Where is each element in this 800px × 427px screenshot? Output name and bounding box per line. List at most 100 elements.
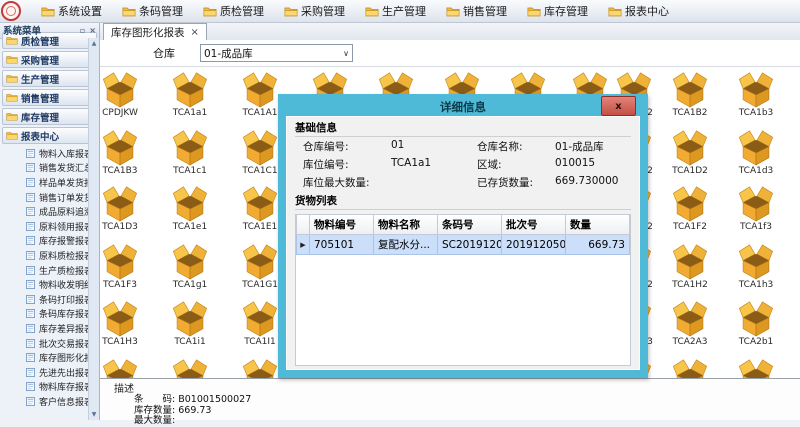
bin-box[interactable]: TCA2A3 xyxy=(662,300,718,348)
field-label: 库位编号: xyxy=(303,157,391,172)
basic-info-fields: 仓库编号:01仓库名称:01-成品库库位编号:TCA1a1区域:010015库位… xyxy=(295,139,631,190)
column-header[interactable]: 物料名称 xyxy=(374,215,438,235)
open-box-icon[interactable] xyxy=(100,129,143,166)
menu-item-label: 条码管理 xyxy=(139,3,183,19)
open-box-icon[interactable] xyxy=(167,185,213,222)
open-box-icon[interactable] xyxy=(167,243,213,280)
bin-box[interactable]: TCA1i1 xyxy=(162,300,218,348)
open-box-icon[interactable] xyxy=(167,129,213,166)
open-box-icon[interactable] xyxy=(237,243,283,280)
open-box-icon[interactable] xyxy=(100,185,143,222)
open-box-icon[interactable] xyxy=(667,185,713,222)
nav-group-label: 销售管理 xyxy=(21,91,59,105)
sidebar-scrollbar[interactable]: ▲ ▼ xyxy=(88,38,99,420)
open-box-icon[interactable] xyxy=(167,71,213,108)
folder-icon xyxy=(6,55,18,64)
open-box-icon[interactable] xyxy=(237,129,283,166)
bin-box[interactable]: TCA1a1 xyxy=(162,71,218,119)
bin-box[interactable]: TCA1f3 xyxy=(728,185,784,233)
open-box-icon[interactable] xyxy=(167,300,213,337)
menu-item-2[interactable]: 条码管理 xyxy=(122,3,183,19)
dialog-close-button[interactable]: x xyxy=(601,96,636,116)
bin-box[interactable]: TCA1B3 xyxy=(100,129,148,177)
doc-icon xyxy=(26,309,35,318)
column-header[interactable]: 条码号 xyxy=(438,215,502,235)
open-box-icon[interactable] xyxy=(667,71,713,108)
open-box-icon[interactable] xyxy=(100,300,143,337)
open-box-icon[interactable] xyxy=(667,243,713,280)
menu-item-3[interactable]: 质检管理 xyxy=(203,3,264,19)
bin-box[interactable]: TCA1F3 xyxy=(100,243,148,291)
nav-group-4[interactable]: 库存管理∨ xyxy=(2,108,97,125)
open-box-icon[interactable] xyxy=(100,243,143,280)
bin-box[interactable]: TCA1d3 xyxy=(728,129,784,177)
open-box-icon[interactable] xyxy=(237,185,283,222)
bin-box[interactable] xyxy=(100,358,148,379)
menu-item-1[interactable]: 系统设置 xyxy=(41,3,102,19)
report-item-label: 客户信息报表 xyxy=(39,395,93,408)
bin-box[interactable]: TCA1B2 xyxy=(662,71,718,119)
folder-icon xyxy=(41,6,55,17)
close-icon[interactable]: × xyxy=(89,26,96,35)
bin-box[interactable]: TCA1c1 xyxy=(162,129,218,177)
bin-box[interactable] xyxy=(728,358,784,379)
field-label: 库位最大数量: xyxy=(303,175,391,190)
open-box-icon[interactable] xyxy=(733,129,779,166)
menu-item-8[interactable]: 报表中心 xyxy=(608,3,669,19)
open-box-icon[interactable] xyxy=(667,300,713,337)
open-box-icon[interactable] xyxy=(667,129,713,166)
column-header[interactable]: 物料编号 xyxy=(310,215,374,235)
folder-icon xyxy=(284,6,298,17)
bin-box[interactable]: CPDJKW xyxy=(100,71,148,119)
folder-icon xyxy=(608,6,622,17)
bin-box[interactable]: TCA2b1 xyxy=(728,300,784,348)
scroll-down-icon[interactable]: ▼ xyxy=(92,411,97,418)
table-row[interactable]: ▶705101复配水分...SC2019120...2019120503669.… xyxy=(297,235,630,255)
doc-icon xyxy=(26,222,35,231)
open-box-icon[interactable] xyxy=(733,243,779,280)
open-box-icon[interactable] xyxy=(237,71,283,108)
open-box-icon[interactable] xyxy=(733,358,779,379)
nav-group-5[interactable]: 报表中心∧ xyxy=(2,127,97,144)
open-box-icon[interactable] xyxy=(733,71,779,108)
bin-box[interactable]: TCA1F2 xyxy=(662,185,718,233)
menu-item-7[interactable]: 库存管理 xyxy=(527,3,588,19)
column-header[interactable]: 批次号 xyxy=(502,215,566,235)
column-header[interactable]: 数量 xyxy=(566,215,630,235)
warehouse-select[interactable]: 01-成品库 ∨ xyxy=(200,44,353,62)
open-box-icon[interactable] xyxy=(100,358,143,379)
nav-group-2[interactable]: 生产管理∨ xyxy=(2,70,97,87)
open-box-icon[interactable] xyxy=(100,71,143,108)
bin-box[interactable]: TCA1D3 xyxy=(100,185,148,233)
bin-box[interactable]: TCA1b3 xyxy=(728,71,784,119)
open-box-icon[interactable] xyxy=(667,358,713,379)
doc-icon xyxy=(26,251,35,260)
nav-group-label: 生产管理 xyxy=(21,72,59,86)
menu-item-6[interactable]: 销售管理 xyxy=(446,3,507,19)
open-box-icon[interactable] xyxy=(237,358,283,379)
bin-label: TCA1h3 xyxy=(728,280,784,291)
bin-box[interactable]: TCA1H3 xyxy=(100,300,148,348)
bin-box[interactable]: TCA1e1 xyxy=(162,185,218,233)
tab-close-icon[interactable]: × xyxy=(191,27,199,38)
open-box-icon[interactable] xyxy=(733,300,779,337)
nav-group-3[interactable]: 销售管理∨ xyxy=(2,89,97,106)
bin-box[interactable]: TCA1h3 xyxy=(728,243,784,291)
open-box-icon[interactable] xyxy=(237,300,283,337)
tab-inventory-graphic-report[interactable]: 库存图形化报表 × xyxy=(103,23,207,41)
bin-box[interactable]: TCA1D2 xyxy=(662,129,718,177)
bin-box[interactable] xyxy=(162,358,218,379)
menu-item-4[interactable]: 采购管理 xyxy=(284,3,345,19)
doc-icon xyxy=(26,295,35,304)
open-box-icon[interactable] xyxy=(167,358,213,379)
bin-box[interactable]: TCA1g1 xyxy=(162,243,218,291)
doc-icon xyxy=(26,178,35,187)
nav-group-1[interactable]: 采购管理∨ xyxy=(2,51,97,68)
open-box-icon[interactable] xyxy=(733,185,779,222)
bin-box[interactable]: TCA1H2 xyxy=(662,243,718,291)
menu-item-5[interactable]: 生产管理 xyxy=(365,3,426,19)
bin-box[interactable] xyxy=(662,358,718,379)
pin-icon[interactable]: ▫ xyxy=(80,26,85,35)
scroll-up-icon[interactable]: ▲ xyxy=(92,40,97,47)
folder-icon xyxy=(446,6,460,17)
